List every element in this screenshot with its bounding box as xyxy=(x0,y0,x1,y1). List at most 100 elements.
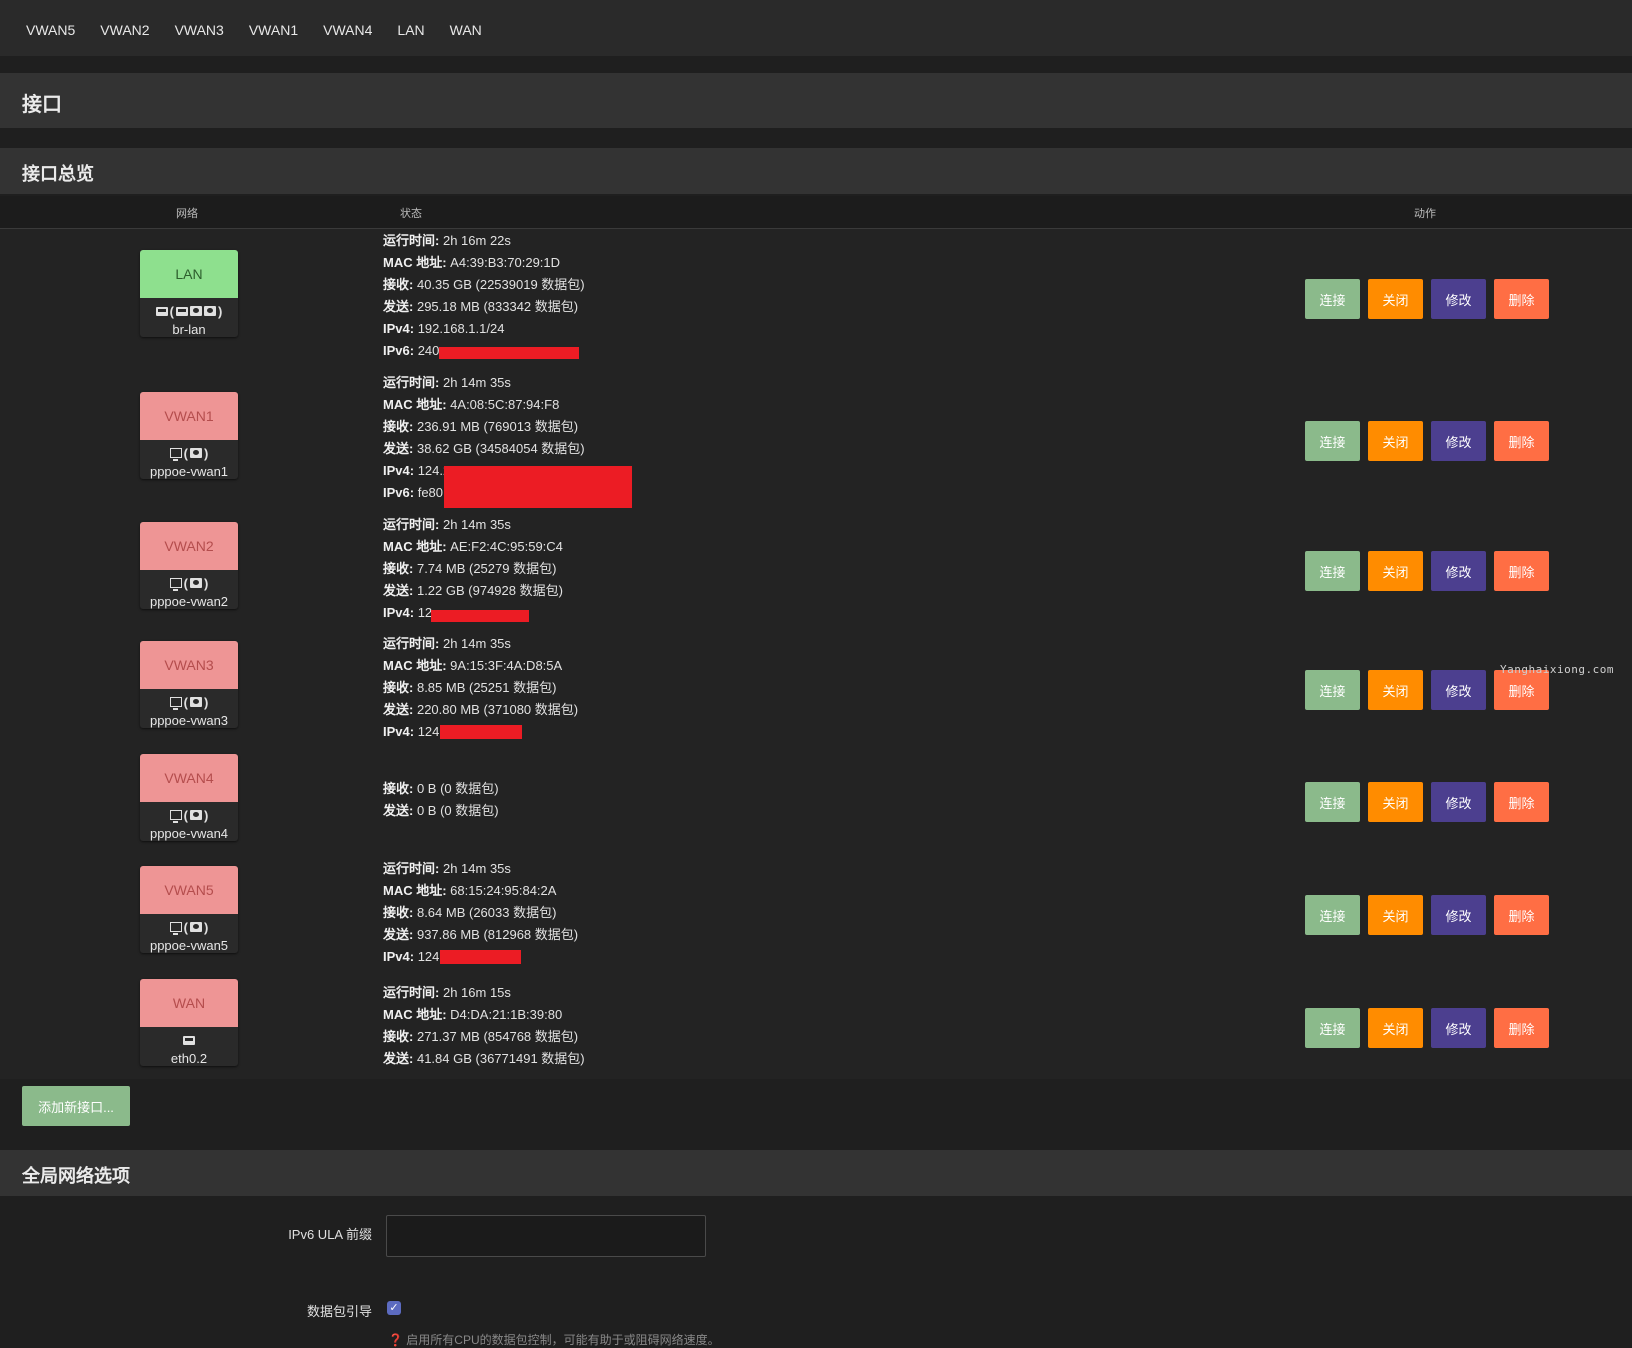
edit-button[interactable]: 修改 xyxy=(1431,670,1486,710)
delete-button[interactable]: 删除 xyxy=(1494,782,1549,822)
wireless-icon xyxy=(204,306,216,316)
interface-badge-lan[interactable]: LAN ( ) br-lan xyxy=(140,250,238,337)
interface-tab-bar: VWAN5 VWAN2 VWAN3 VWAN1 VWAN4 LAN WAN xyxy=(0,0,1632,56)
redaction-block xyxy=(440,950,521,964)
close-button[interactable]: 关闭 xyxy=(1368,551,1423,591)
device-icons: ( ) xyxy=(140,574,238,592)
delete-button[interactable]: 删除 xyxy=(1494,895,1549,935)
computer-icon xyxy=(169,578,182,591)
interface-status-vwan4: 接收: 0 B (0 数据包) 发送: 0 B (0 数据包) xyxy=(383,781,499,818)
close-button[interactable]: 关闭 xyxy=(1368,895,1423,935)
tab-wan[interactable]: WAN xyxy=(450,22,482,38)
ipv6-ula-input[interactable] xyxy=(386,1215,706,1257)
close-button[interactable]: 关闭 xyxy=(1368,670,1423,710)
wireless-icon xyxy=(190,306,202,316)
wireless-icon xyxy=(190,578,202,588)
badge-title: VWAN4 xyxy=(140,754,238,802)
device-name: eth0.2 xyxy=(170,1051,208,1066)
badge-title: VWAN1 xyxy=(140,392,238,440)
packet-steering-label: 数据包引导 xyxy=(306,1304,372,1319)
global-options-header: 全局网络选项 xyxy=(0,1150,1632,1196)
connect-button[interactable]: 连接 xyxy=(1305,895,1360,935)
edit-button[interactable]: 修改 xyxy=(1431,279,1486,319)
device-name: pppoe-vwan4 xyxy=(149,826,229,841)
column-status: 状态 xyxy=(400,208,422,220)
row-actions: 连接 关闭 修改 删除 xyxy=(1305,551,1557,591)
wireless-icon xyxy=(190,810,202,820)
close-button[interactable]: 关闭 xyxy=(1368,421,1423,461)
device-icons: ( ) xyxy=(140,302,238,320)
interface-status-wan: 运行时间: 2h 16m 15s MAC 地址: D4:DA:21:1B:39:… xyxy=(383,985,585,1066)
delete-button[interactable]: 删除 xyxy=(1494,1008,1549,1048)
connect-button[interactable]: 连接 xyxy=(1305,551,1360,591)
tab-vwan5[interactable]: VWAN5 xyxy=(26,22,75,38)
badge-title: LAN xyxy=(140,250,238,298)
add-interface-button[interactable]: 添加新接口... xyxy=(22,1086,130,1126)
device-icons: ( ) xyxy=(140,918,238,936)
device-name: br-lan xyxy=(172,322,206,337)
tab-vwan4[interactable]: VWAN4 xyxy=(323,22,372,38)
edit-button[interactable]: 修改 xyxy=(1431,782,1486,822)
row-actions: 连接 关闭 修改 删除 xyxy=(1305,782,1557,822)
device-name: pppoe-vwan2 xyxy=(149,594,229,609)
delete-button[interactable]: 删除 xyxy=(1494,551,1549,591)
row-actions: 连接 关闭 修改 删除 xyxy=(1305,670,1557,710)
badge-title: VWAN5 xyxy=(140,866,238,914)
page-title: 接口 xyxy=(22,94,62,116)
packet-steering-checkbox[interactable]: ✓ xyxy=(387,1301,401,1315)
interface-badge-vwan1[interactable]: VWAN1 ( ) pppoe-vwan1 xyxy=(140,392,238,479)
row-actions: 连接 关闭 修改 删除 xyxy=(1305,279,1557,319)
close-button[interactable]: 关闭 xyxy=(1368,279,1423,319)
edit-button[interactable]: 修改 xyxy=(1431,421,1486,461)
tab-lan[interactable]: LAN xyxy=(397,22,424,38)
interface-badge-vwan2[interactable]: VWAN2 ( ) pppoe-vwan2 xyxy=(140,522,238,609)
global-options-title: 全局网络选项 xyxy=(22,1166,130,1186)
interface-badge-vwan5[interactable]: VWAN5 ( ) pppoe-vwan5 xyxy=(140,866,238,953)
row-actions: 连接 关闭 修改 删除 xyxy=(1305,421,1557,461)
badge-title: VWAN2 xyxy=(140,522,238,570)
ethernet-icon xyxy=(155,306,168,316)
device-icons: ( ) xyxy=(140,693,238,711)
table-header: 网络 状态 动作 xyxy=(0,196,1632,229)
interface-status-vwan2: 运行时间: 2h 14m 35s MAC 地址: AE:F2:4C:95:59:… xyxy=(383,517,563,620)
edit-button[interactable]: 修改 xyxy=(1431,551,1486,591)
interface-badge-vwan4[interactable]: VWAN4 ( ) pppoe-vwan4 xyxy=(140,754,238,841)
interface-table: LAN ( ) br-lan 运行时间: 2h 16m 22s MAC 地址: … xyxy=(0,229,1632,1079)
interface-badge-vwan3[interactable]: VWAN3 ( ) pppoe-vwan3 xyxy=(140,641,238,728)
device-name: pppoe-vwan1 xyxy=(149,464,229,479)
tab-vwan2[interactable]: VWAN2 xyxy=(100,22,149,38)
ethernet-icon xyxy=(176,306,188,316)
connect-button[interactable]: 连接 xyxy=(1305,1008,1360,1048)
close-button[interactable]: 关闭 xyxy=(1368,1008,1423,1048)
delete-button[interactable]: 删除 xyxy=(1494,279,1549,319)
close-button[interactable]: 关闭 xyxy=(1368,782,1423,822)
computer-icon xyxy=(169,697,182,710)
computer-icon xyxy=(169,922,182,935)
device-name: pppoe-vwan3 xyxy=(149,713,229,728)
computer-icon xyxy=(169,810,182,823)
row-actions: 连接 关闭 修改 删除 xyxy=(1305,895,1557,935)
tab-vwan1[interactable]: VWAN1 xyxy=(249,22,298,38)
connect-button[interactable]: 连接 xyxy=(1305,782,1360,822)
device-icons xyxy=(140,1031,238,1049)
device-icons: ( ) xyxy=(140,806,238,824)
overview-header: 接口总览 xyxy=(0,148,1632,194)
computer-icon xyxy=(169,448,182,461)
wireless-icon xyxy=(190,448,202,458)
connect-button[interactable]: 连接 xyxy=(1305,421,1360,461)
redaction-block xyxy=(440,725,522,739)
tab-vwan3[interactable]: VWAN3 xyxy=(175,22,224,38)
edit-button[interactable]: 修改 xyxy=(1431,895,1486,935)
wireless-icon xyxy=(190,697,202,707)
interface-badge-wan[interactable]: WAN eth0.2 xyxy=(140,979,238,1066)
delete-button[interactable]: 删除 xyxy=(1494,421,1549,461)
connect-button[interactable]: 连接 xyxy=(1305,279,1360,319)
edit-button[interactable]: 修改 xyxy=(1431,1008,1486,1048)
connect-button[interactable]: 连接 xyxy=(1305,670,1360,710)
badge-title: WAN xyxy=(140,979,238,1027)
redaction-block xyxy=(431,610,529,622)
ula-label: IPv6 ULA 前缀 xyxy=(288,1227,372,1242)
delete-button[interactable]: 删除 xyxy=(1494,670,1549,710)
device-icons: ( ) xyxy=(140,444,238,462)
redaction-block xyxy=(439,347,579,359)
